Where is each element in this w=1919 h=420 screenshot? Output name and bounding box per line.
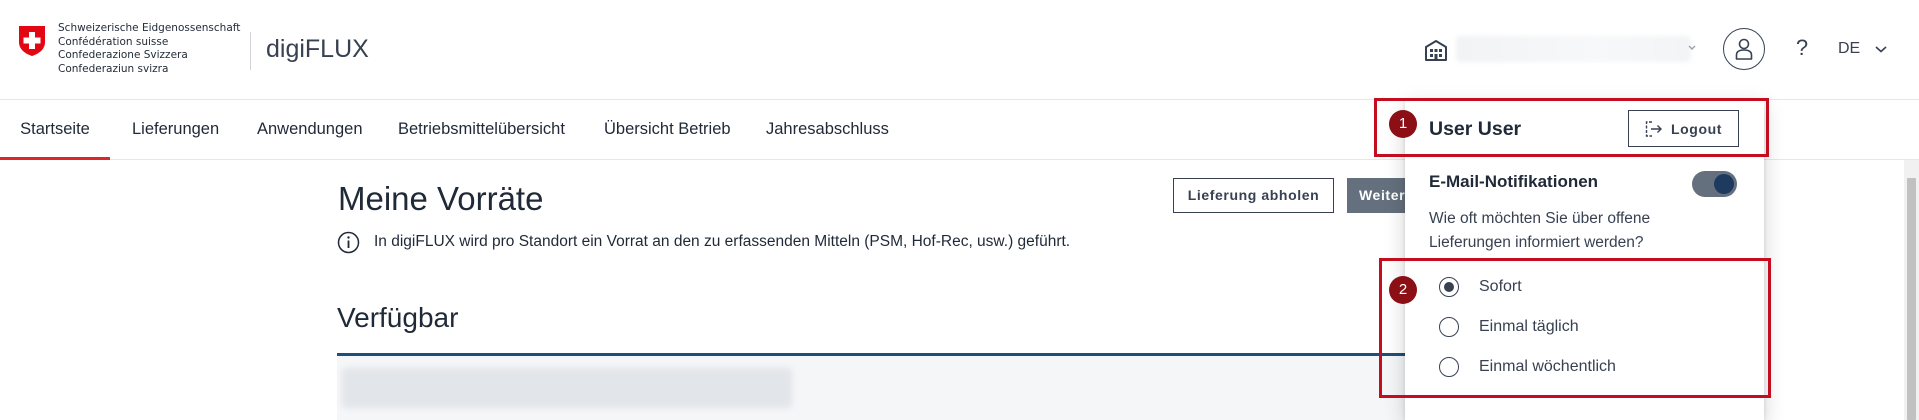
nav-item-anwendungen[interactable]: Anwendungen (257, 100, 363, 160)
annotation-badge-1: 1 (1389, 110, 1417, 138)
redacted-table-row (342, 368, 792, 408)
swiss-coat-of-arms-icon (19, 26, 45, 56)
language-selector[interactable]: DE (1838, 40, 1860, 58)
annotation-box-1 (1374, 98, 1769, 157)
info-text: In digiFLUX wird pro Standort ein Vorrat… (374, 233, 1071, 250)
email-notifications-toggle[interactable] (1692, 171, 1737, 197)
user-menu-button[interactable] (1723, 28, 1765, 70)
toggle-knob (1714, 174, 1734, 194)
nav-item-uebersicht-betrieb[interactable]: Übersicht Betrieb (604, 100, 731, 160)
annotation-badge-2: 2 (1389, 276, 1417, 304)
email-notifications-label: E-Mail-Notifikationen (1429, 172, 1599, 191)
user-icon (1735, 38, 1753, 60)
page-title: Meine Vorräte (338, 180, 544, 217)
nav-item-jahresabschluss[interactable]: Jahresabschluss (766, 100, 889, 160)
info-notice: In digiFLUX wird pro Standort ein Vorrat… (337, 230, 1070, 254)
scrollbar-thumb[interactable] (1907, 178, 1916, 420)
page-scrollbar[interactable] (1904, 160, 1919, 420)
notification-frequency-question: Wie oft möchten Sie über offene Lieferun… (1429, 210, 1651, 251)
annotation-box-2 (1379, 258, 1771, 398)
language-chevron-down-icon[interactable] (1874, 43, 1888, 55)
confederation-line-de: Schweizerische Eidgenossenschaft (58, 22, 241, 34)
logo-divider (250, 32, 251, 70)
nav-item-startseite[interactable]: Startseite (0, 100, 110, 160)
farm-building-icon[interactable] (1424, 38, 1448, 62)
info-icon (337, 231, 360, 253)
chevron-down-icon[interactable] (1686, 42, 1698, 54)
confederation-line-fr: Confédération suisse (58, 35, 169, 48)
confederation-line-rm: Confederaziun svizra (58, 62, 169, 75)
fetch-delivery-button[interactable]: Lieferung abholen (1173, 178, 1334, 213)
nav-item-lieferungen[interactable]: Lieferungen (132, 100, 219, 160)
confederation-wordmark: Schweizerische Eidgenossenschaft Confédé… (58, 22, 240, 76)
nav-item-betriebsmitteluebersicht[interactable]: Betriebsmittelübersicht (398, 100, 565, 160)
section-title: Verfügbar (337, 302, 459, 333)
confederation-line-it: Confederazione Svizzera (58, 49, 188, 61)
app-title[interactable]: digiFLUX (266, 35, 369, 64)
farm-selector-value[interactable] (1456, 36, 1691, 62)
header: Schweizerische Eidgenossenschaft Confédé… (0, 0, 1919, 100)
help-button[interactable]: ? (1790, 35, 1814, 63)
